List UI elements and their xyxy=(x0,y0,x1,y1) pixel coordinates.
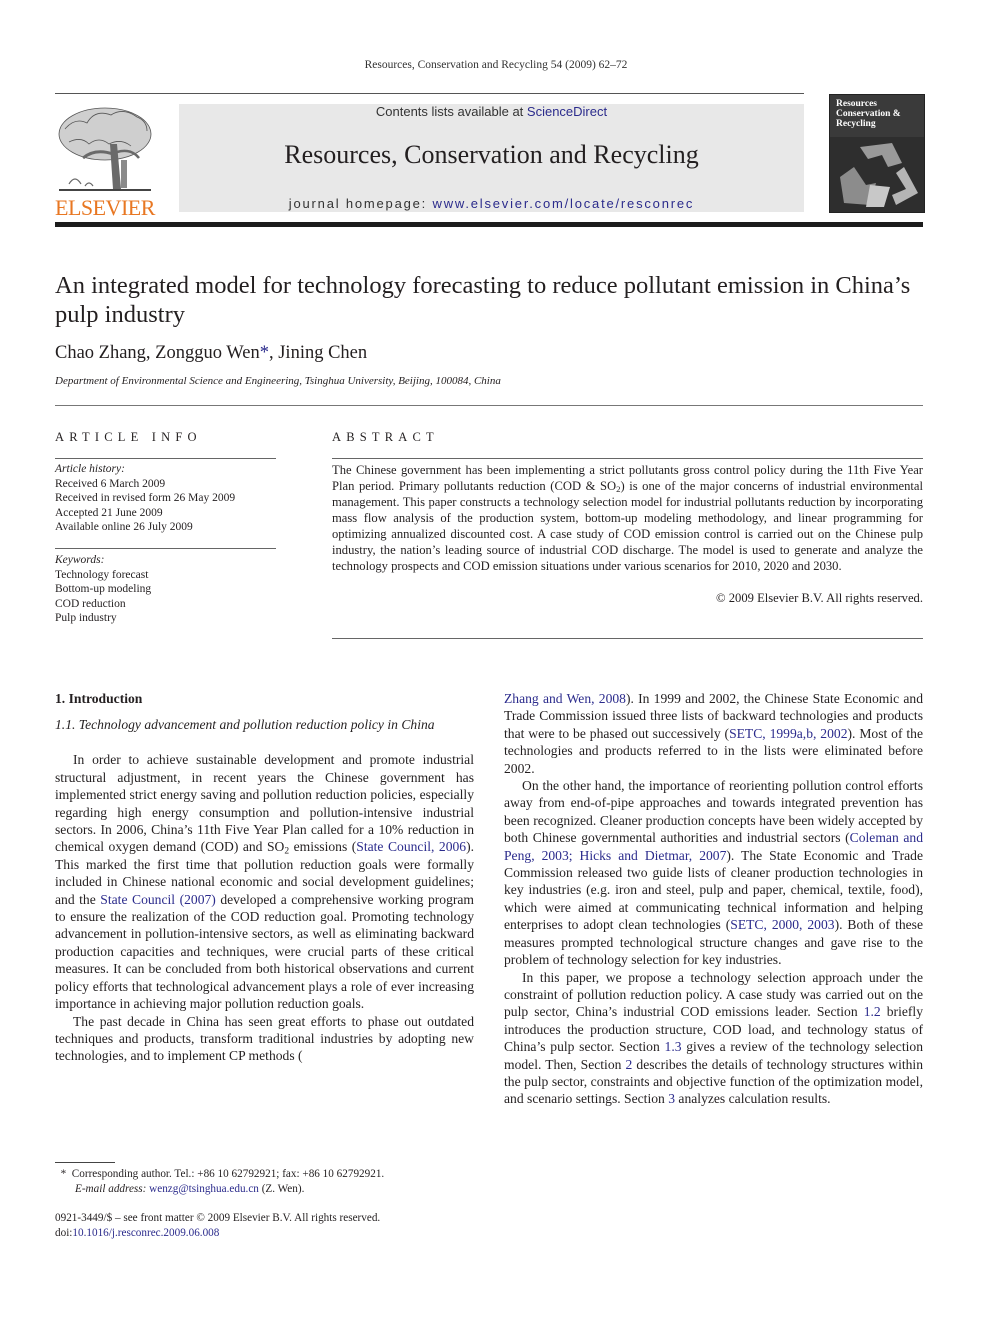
cover-title-line: Resources xyxy=(836,99,877,109)
article-history: Article history: Received 6 March 2009 R… xyxy=(55,462,235,535)
text-run: analyzes calculation results. xyxy=(675,1091,831,1107)
history-item: Received 6 March 2009 xyxy=(55,477,166,490)
footnote-email-line: E-mail address: wenzg@tsinghua.edu.cn (Z… xyxy=(55,1182,475,1197)
footnote-line: * Corresponding author. Tel.: +86 10 627… xyxy=(55,1167,475,1182)
section-link[interactable]: 1.2 xyxy=(864,1004,881,1019)
footnote-mark: * xyxy=(60,1168,67,1180)
sciencedirect-link[interactable]: ScienceDirect xyxy=(527,104,607,119)
homepage-link[interactable]: www.elsevier.com/locate/resconrec xyxy=(433,196,695,211)
citation-link[interactable]: SETC, 1999a,b, 2002 xyxy=(729,726,847,741)
journal-banner: Contents lists available at ScienceDirec… xyxy=(179,104,804,212)
abstract-copyright: © 2009 Elsevier B.V. All rights reserved… xyxy=(716,591,923,605)
text-run: In this paper, we propose a technology s… xyxy=(504,969,923,1020)
paragraph-continued: Zhang and Wen, 2008). In 1999 and 2002, … xyxy=(504,690,923,777)
body-column-left: 1. Introduction 1.1. Technology advancem… xyxy=(55,690,474,1065)
text-run: The past decade in China has seen great … xyxy=(55,1013,474,1064)
running-head: Resources, Conservation and Recycling 54… xyxy=(364,59,628,71)
article-title: An integrated model for technology forec… xyxy=(55,272,911,328)
paragraph: On the other hand, the importance of reo… xyxy=(504,777,923,968)
citation-link[interactable]: State Council (2007) xyxy=(100,892,216,907)
doi-label: doi: xyxy=(55,1227,73,1239)
abstract-bottom-rule xyxy=(332,638,923,639)
footnote-rule xyxy=(55,1162,115,1163)
issn-line: 0921-3449/$ – see front matter © 2009 El… xyxy=(55,1212,381,1224)
keyword-item: COD reduction xyxy=(55,597,126,610)
elsevier-tree-icon xyxy=(58,107,152,191)
email-label: E-mail address: xyxy=(75,1183,147,1195)
citation-link[interactable]: State Council, 2006 xyxy=(356,839,466,854)
citation-link[interactable]: SETC, 2000, 2003 xyxy=(730,917,834,932)
contents-prefix: Contents lists available at xyxy=(375,104,527,119)
homepage-label: journal homepage: xyxy=(288,196,433,211)
affiliation: Department of Environmental Science and … xyxy=(55,375,501,387)
abstract-text: The Chinese government has been implemen… xyxy=(332,462,923,574)
history-item: Available online 26 July 2009 xyxy=(55,521,193,533)
recycle-arrows-icon xyxy=(830,137,924,212)
cover-title-line: Conservation & xyxy=(836,109,901,119)
section-link[interactable]: 3 xyxy=(668,1091,675,1106)
history-item: Received in revised form 26 May 2009 xyxy=(55,492,236,504)
cover-title: Resources Conservation & Recycling xyxy=(836,99,901,129)
front-matter: 0921-3449/$ – see front matter © 2009 El… xyxy=(55,1211,475,1241)
article-history-label: Article history: xyxy=(55,463,125,475)
article-info-rule xyxy=(55,458,276,459)
article-info-heading: ARTICLE INFO xyxy=(55,430,202,444)
corresponding-author-contact: Corresponding author. Tel.: +86 10 62792… xyxy=(71,1168,385,1180)
elsevier-logo[interactable]: ELSEVIER xyxy=(55,104,155,220)
history-item: Accepted 21 June 2009 xyxy=(55,506,163,519)
section-heading: 1. Introduction xyxy=(55,691,143,706)
journal-cover-image[interactable]: Resources Conservation & Recycling xyxy=(829,94,925,213)
email-link[interactable]: wenzg@tsinghua.edu.cn xyxy=(149,1183,259,1195)
corresponding-author-mark[interactable]: * xyxy=(260,343,269,363)
paragraph: The past decade in China has seen great … xyxy=(55,1013,474,1065)
journal-title: Resources, Conservation and Recycling xyxy=(284,140,699,169)
citation-link[interactable]: Zhang and Wen, 2008 xyxy=(504,691,626,706)
email-suffix: (Z. Wen). xyxy=(258,1183,305,1195)
affiliation-rule xyxy=(55,405,923,406)
text-run: developed a comprehensive working progra… xyxy=(55,891,474,1012)
doi-link[interactable]: 10.1016/j.resconrec.2009.06.008 xyxy=(72,1227,219,1239)
abstract-text-part: ) is one of the major concerns of indust… xyxy=(332,479,924,573)
doi-line: doi:10.1016/j.resconrec.2009.06.008 xyxy=(55,1226,475,1241)
keywords-rule xyxy=(55,548,276,549)
paragraph: In order to achieve sustainable developm… xyxy=(55,751,474,1012)
authors-part-2: , Jining Chen xyxy=(268,343,368,363)
paragraph: In this paper, we propose a technology s… xyxy=(504,969,923,1108)
keyword-item: Bottom-up modeling xyxy=(55,583,152,595)
keyword-item: Pulp industry xyxy=(55,612,117,624)
journal-homepage: journal homepage: www.elsevier.com/locat… xyxy=(179,196,804,211)
keyword-item: Technology forecast xyxy=(55,568,149,581)
header-rule xyxy=(55,93,804,94)
abstract-rule xyxy=(332,458,923,459)
elsevier-wordmark: ELSEVIER xyxy=(55,195,155,220)
section-link[interactable]: 1.3 xyxy=(665,1039,682,1054)
header-thick-rule xyxy=(55,222,923,227)
keywords: Keywords: Technology forecast Bottom-up … xyxy=(55,553,151,626)
abstract-heading: ABSTRACT xyxy=(332,430,439,444)
body-column-right: Zhang and Wen, 2008). In 1999 and 2002, … xyxy=(504,690,923,1108)
subsection-heading: 1.1. Technology advancement and pollutio… xyxy=(55,717,435,733)
contents-line: Contents lists available at ScienceDirec… xyxy=(179,104,804,119)
authors-part-1: Chao Zhang, Zongguo Wen xyxy=(55,343,260,363)
footnote: * Corresponding author. Tel.: +86 10 627… xyxy=(55,1167,475,1197)
cover-title-line: Recycling xyxy=(836,119,876,129)
keywords-label: Keywords: xyxy=(55,554,105,566)
author-list: Chao Zhang, Zongguo Wen*, Jining Chen xyxy=(55,343,367,364)
text-run: emissions ( xyxy=(289,839,357,855)
